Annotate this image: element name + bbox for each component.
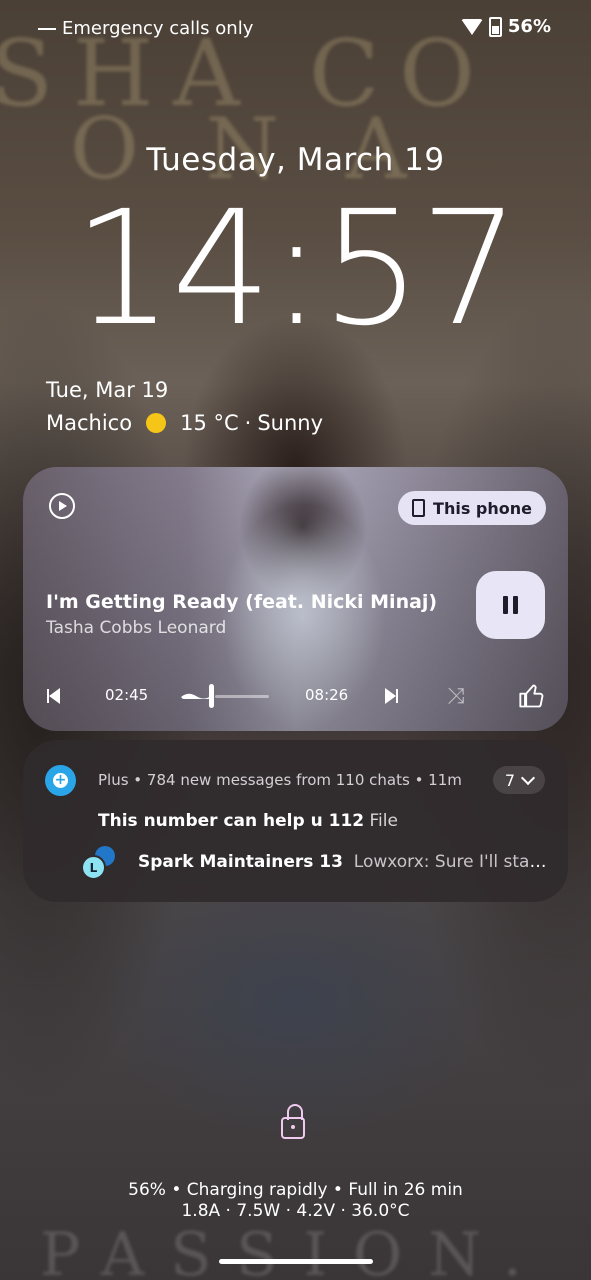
output-device-label: This phone	[433, 498, 532, 518]
status-bar: Emergency calls only 56%	[0, 14, 591, 44]
avatar-letter: L	[81, 855, 106, 880]
message-text: Lowxorx: Sure I'll stay...	[353, 852, 548, 872]
total-duration: 08:26	[305, 686, 349, 704]
playback-controls: 02:45 08:26 ⤨	[23, 681, 568, 711]
next-track-icon[interactable]	[385, 681, 398, 711]
output-device-chip[interactable]: This phone	[398, 491, 546, 525]
charging-details: 1.8A · 7.5W · 4.2V · 36.0°C	[181, 1201, 410, 1221]
notification-expand-button[interactable]: 7	[492, 766, 545, 794]
battery-percent: 56%	[507, 16, 551, 37]
message-sender: This number can help u 112	[98, 811, 365, 831]
chevron-down-icon	[520, 770, 536, 785]
pause-icon	[513, 596, 518, 614]
notification-count: 7	[504, 770, 515, 790]
weather-temperature: 15 °C	[180, 411, 239, 435]
seek-bar-remaining	[215, 695, 269, 698]
shuffle-icon[interactable]: ⤨	[447, 681, 465, 711]
seek-bar[interactable]	[181, 684, 269, 708]
media-player-card[interactable]: This phone I'm Getting Ready (feat. Nick…	[23, 467, 568, 731]
notification-header: Plus • 784 new messages from 110 chats •…	[98, 771, 462, 789]
lockscreen-date[interactable]: Tuesday, March 19	[0, 142, 591, 178]
plus-messenger-icon	[45, 765, 76, 796]
seek-bar-played	[181, 693, 211, 699]
message-text: File	[369, 811, 398, 831]
thumbs-up-icon[interactable]	[518, 681, 546, 711]
pause-button[interactable]	[476, 571, 545, 639]
weather-row[interactable]: Machico 15 °C · Sunny	[46, 411, 323, 435]
track-artist: Tasha Cobbs Leonard	[46, 618, 227, 638]
media-app-icon[interactable]	[49, 493, 75, 519]
elapsed-time: 02:45	[105, 686, 149, 704]
weather-location: Machico	[46, 411, 133, 435]
track-title: I'm Getting Ready (feat. Nicki Minaj)	[46, 591, 438, 613]
notification-message: This number can help u 112 File	[98, 811, 398, 831]
avatar: L	[81, 846, 115, 880]
phone-icon	[412, 499, 426, 517]
seek-bar-thumb[interactable]	[209, 684, 214, 708]
home-indicator[interactable]	[219, 1259, 373, 1264]
wallpaper-art: PASSION. P	[40, 1220, 591, 1280]
sun-icon	[146, 413, 167, 433]
message-sender: Spark Maintainers 13	[138, 852, 343, 872]
carrier-status: Emergency calls only	[38, 18, 253, 39]
charging-status: 56% • Charging rapidly • Full in 26 min	[128, 1180, 463, 1200]
weather-condition: Sunny	[257, 411, 324, 435]
weather-date[interactable]: Tue, Mar 19	[46, 378, 168, 402]
notification-card[interactable]: Plus • 784 new messages from 110 chats •…	[23, 740, 568, 902]
lock-icon[interactable]	[281, 1104, 309, 1142]
wifi-icon	[460, 18, 483, 35]
no-signal-icon	[38, 27, 56, 30]
notification-message: Spark Maintainers 13 Lowxorx: Sure I'll …	[138, 852, 548, 872]
status-icons: 56%	[460, 16, 551, 37]
carrier-text: Emergency calls only	[62, 18, 254, 39]
battery-charging-icon	[488, 16, 502, 37]
previous-track-icon[interactable]	[47, 681, 60, 711]
pause-icon	[503, 596, 508, 614]
lockscreen-clock: 14:57	[72, 177, 520, 361]
weather-separator: ·	[244, 411, 252, 435]
